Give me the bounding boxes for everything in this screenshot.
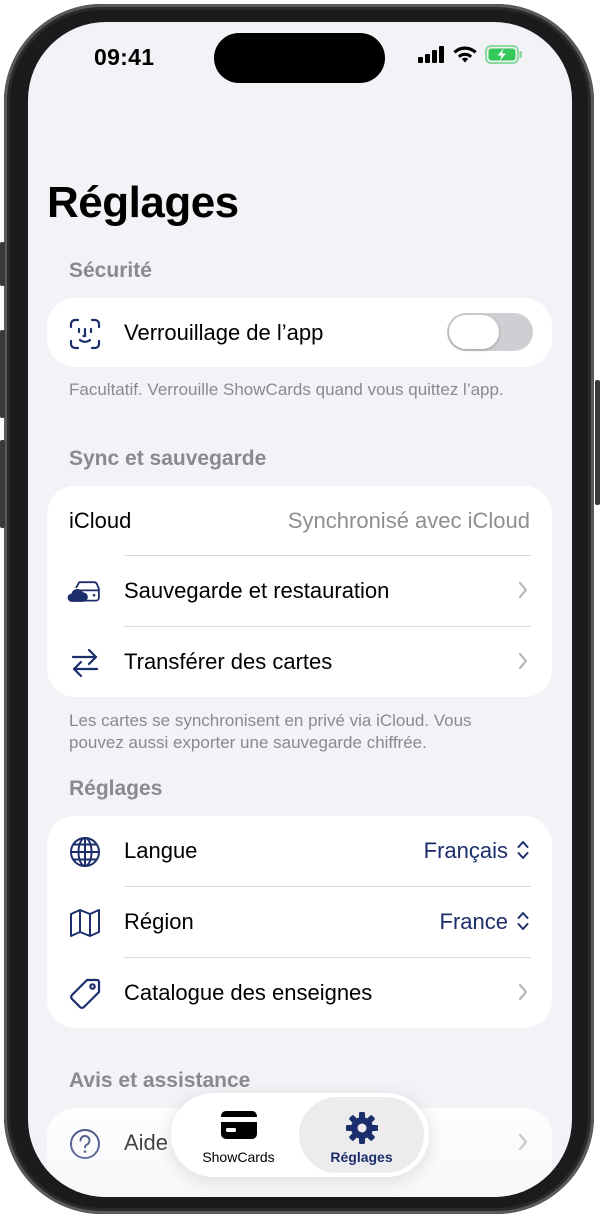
catalog-label: Catalogue des enseignes [124, 980, 373, 1005]
tab-bar: ShowCards Réglages [171, 1093, 429, 1177]
toggle-knob [449, 315, 499, 349]
icloud-status-value: Synchronisé avec iCloud [287, 508, 530, 533]
tab-showcards-label: ShowCards [202, 1149, 275, 1165]
transfer-cards-label: Transférer des cartes [124, 649, 333, 674]
chevron-right-icon [518, 652, 528, 675]
tab-settings[interactable]: Réglages [299, 1097, 424, 1173]
map-icon [67, 905, 103, 941]
icloud-label: iCloud [69, 508, 132, 533]
region-row[interactable]: Région France [47, 887, 552, 958]
language-label: Langue [124, 838, 198, 863]
wifi-icon [453, 46, 477, 68]
tab-settings-label: Réglages [330, 1149, 393, 1165]
screen: 09:41 Réglages Sécurité Verrouillage de … [28, 22, 572, 1197]
chevron-up-down-icon [516, 839, 530, 866]
icloud-row: iCloud Synchronisé avec iCloud [47, 486, 552, 556]
globe-icon [67, 834, 103, 870]
sync-footer: Les cartes se synchronisent en privé via… [69, 711, 472, 752]
security-card: Verrouillage de l’app [47, 298, 552, 367]
chevron-right-icon [518, 581, 528, 604]
question-mark-icon [67, 1126, 103, 1162]
power-button [595, 380, 600, 505]
chevron-right-icon [518, 983, 528, 1006]
help-label: Aide [124, 1130, 169, 1155]
settings-card: Langue Français Région France Catalogue … [47, 816, 552, 1028]
cellular-signal-icon [418, 46, 445, 68]
language-value[interactable]: Français [424, 838, 508, 864]
status-time: 09:41 [94, 44, 155, 70]
action-button [0, 242, 5, 286]
battery-charging-icon [485, 45, 523, 69]
dynamic-island [214, 33, 385, 83]
volume-up-button [0, 330, 5, 418]
app-lock-label: Verrouillage de l’app [124, 320, 324, 345]
chevron-right-icon [518, 1133, 528, 1156]
security-footer: Facultatif. Verrouille ShowCards quand v… [69, 380, 504, 399]
region-label: Région [124, 909, 194, 934]
transfer-arrows-icon [67, 645, 103, 681]
face-id-icon [67, 316, 103, 352]
app-lock-row[interactable]: Verrouillage de l’app [47, 298, 552, 367]
catalog-row[interactable]: Catalogue des enseignes [47, 958, 552, 1028]
cloud-drive-icon [67, 574, 103, 610]
language-row[interactable]: Langue Français [47, 816, 552, 887]
section-header-support: Avis et assistance [69, 1069, 251, 1092]
volume-down-button [0, 440, 5, 528]
status-icons [418, 45, 523, 69]
section-header-sync: Sync et sauvegarde [69, 447, 267, 470]
page-title: Réglages [47, 178, 239, 227]
section-header-security: Sécurité [69, 259, 152, 282]
gear-icon [299, 1111, 424, 1145]
backup-restore-label: Sauvegarde et restauration [124, 578, 390, 603]
region-value[interactable]: France [440, 909, 508, 935]
sync-card: iCloud Synchronisé avec iCloud Sauvegard… [47, 486, 552, 697]
backup-restore-row[interactable]: Sauvegarde et restauration [47, 556, 552, 627]
section-header-settings: Réglages [69, 777, 163, 800]
tag-icon [67, 976, 103, 1012]
tab-showcards[interactable]: ShowCards [176, 1097, 301, 1173]
chevron-up-down-icon [516, 910, 530, 937]
app-lock-toggle[interactable] [447, 313, 533, 351]
card-icon [176, 1111, 301, 1139]
transfer-cards-row[interactable]: Transférer des cartes [47, 627, 552, 697]
